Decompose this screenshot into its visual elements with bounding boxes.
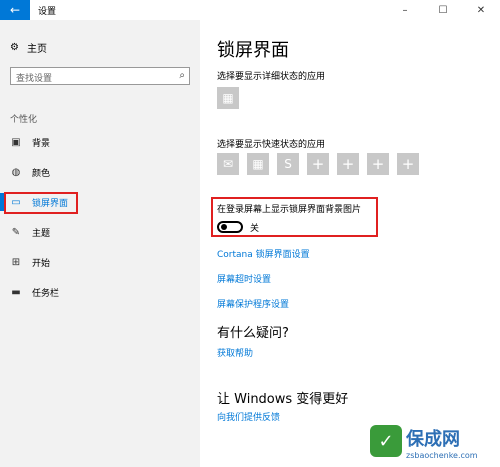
plus-icon: + — [341, 155, 355, 173]
close-button[interactable]: ✕ — [462, 0, 500, 20]
watermark-url: zsbaochenke.com — [406, 451, 478, 460]
plus-icon: + — [371, 155, 385, 173]
sidebar-item-themes[interactable]: ✎ 主题 — [10, 226, 50, 239]
search-icon: ⌕ — [179, 70, 185, 81]
sidebar-item-label: 颜色 — [32, 169, 51, 179]
quick-app-tile-mail[interactable]: ✉ — [217, 153, 239, 175]
sidebar-item-label: 任务栏 — [32, 289, 60, 299]
get-help-link[interactable]: 获取帮助 — [217, 346, 253, 359]
highlight-box-sidebar — [4, 192, 78, 214]
gear-icon: ⚙ — [10, 42, 19, 53]
maximize-button[interactable]: ☐ — [424, 0, 462, 20]
add-quick-app-button[interactable]: + — [367, 153, 389, 175]
taskbar-icon: ▬ — [11, 287, 21, 298]
back-button[interactable]: ← — [0, 0, 30, 20]
detail-status-label: 选择要显示详细状态的应用 — [217, 72, 326, 82]
title-bar: ← 设置 – ☐ ✕ — [0, 0, 500, 20]
search-input[interactable]: 查找设置 ⌕ — [10, 67, 190, 85]
search-placeholder: 查找设置 — [16, 74, 53, 84]
add-quick-app-button[interactable]: + — [337, 153, 359, 175]
sidebar-item-taskbar[interactable]: ▬ 任务栏 — [10, 286, 59, 299]
home-label: 主页 — [26, 44, 47, 55]
watermark: ✓ 保成网 zsbaochenke.com — [370, 425, 500, 467]
screen-timeout-link[interactable]: 屏幕超时设置 — [217, 272, 271, 285]
sidebar-item-background[interactable]: ▣ 背景 — [10, 136, 50, 149]
skype-icon: S — [284, 157, 292, 171]
cortana-settings-link[interactable]: Cortana 锁屏界面设置 — [217, 247, 310, 260]
detail-app-tile[interactable]: ▦ — [217, 87, 239, 109]
sidebar-item-colors[interactable]: ◍ 颜色 — [10, 166, 50, 179]
section-header: 个性化 — [10, 115, 38, 125]
window-title: 设置 — [38, 7, 57, 17]
page-title: 锁屏界面 — [217, 40, 289, 61]
watermark-name: 保成网 — [406, 429, 460, 450]
quick-app-tile-calendar[interactable]: ▦ — [247, 153, 269, 175]
improve-heading: 让 Windows 变得更好 — [217, 392, 349, 407]
quick-app-tile-skype[interactable]: S — [277, 153, 299, 175]
close-icon: ✕ — [476, 4, 486, 16]
maximize-icon: ☐ — [438, 4, 448, 16]
start-icon: ⊞ — [11, 257, 21, 268]
sidebar: ⚙ 主页 查找设置 ⌕ 个性化 ▣ 背景 ◍ 颜色 ▭ 锁屏界面 ✎ 主题 ⊞ … — [0, 20, 200, 467]
main-content: 锁屏界面 选择要显示详细状态的应用 ▦ 选择要显示快速状态的应用 ✉ ▦ S +… — [200, 20, 500, 467]
palette-icon: ◍ — [11, 167, 21, 178]
minimize-icon: – — [402, 4, 408, 16]
mail-icon: ✉ — [222, 157, 234, 171]
plus-icon: + — [311, 155, 325, 173]
image-icon: ▣ — [11, 137, 21, 148]
brush-icon: ✎ — [11, 227, 21, 238]
sidebar-item-label: 开始 — [32, 259, 51, 269]
sidebar-item-label: 主题 — [32, 229, 51, 239]
minimize-button[interactable]: – — [386, 0, 424, 20]
shield-logo-icon: ✓ — [370, 425, 402, 457]
quick-status-label: 选择要显示快速状态的应用 — [217, 140, 326, 150]
home-nav-item[interactable]: ⚙ 主页 — [10, 40, 47, 55]
question-heading: 有什么疑问? — [217, 326, 289, 341]
sidebar-item-label: 背景 — [32, 139, 51, 149]
feedback-link[interactable]: 向我们提供反馈 — [217, 410, 280, 423]
sidebar-item-start[interactable]: ⊞ 开始 — [10, 256, 50, 269]
add-quick-app-button[interactable]: + — [397, 153, 419, 175]
calendar-icon: ▦ — [222, 91, 234, 105]
highlight-box-toggle — [211, 197, 378, 237]
add-quick-app-button[interactable]: + — [307, 153, 329, 175]
plus-icon: + — [401, 155, 415, 173]
back-arrow-icon: ← — [9, 3, 21, 17]
screensaver-link[interactable]: 屏幕保护程序设置 — [217, 297, 289, 310]
calendar-icon: ▦ — [252, 157, 264, 171]
